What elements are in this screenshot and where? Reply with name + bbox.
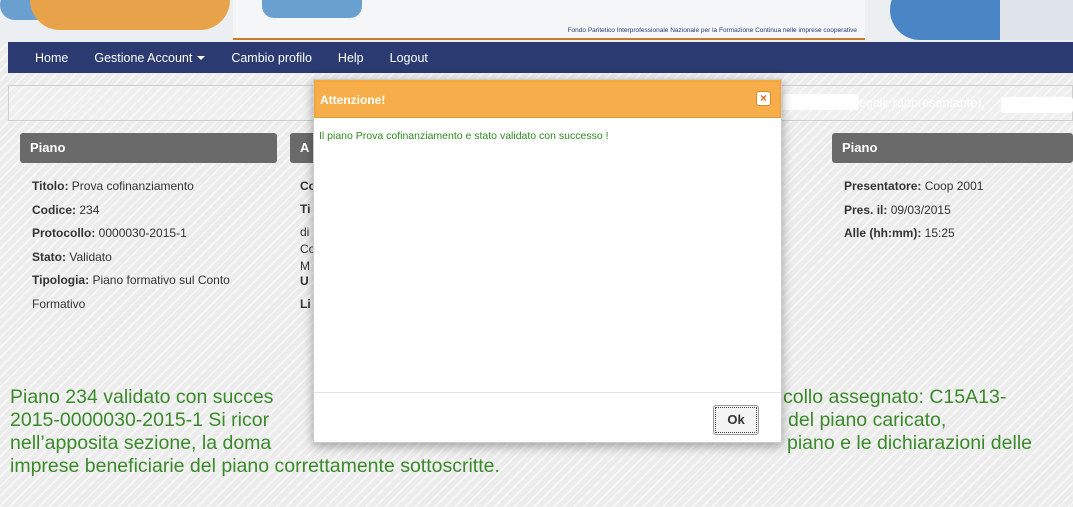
nav-logout[interactable]: Logout: [377, 51, 441, 65]
detail-tipologia-cont: Formativo: [32, 296, 86, 311]
nav-help[interactable]: Help: [325, 51, 377, 65]
protocollo-value: 0000030-2015-1: [98, 226, 187, 240]
panel-header-piano-right: Piano: [832, 133, 1073, 163]
banner-logo: [262, 0, 362, 18]
message-line: imprese beneficiarie del piano correttam…: [10, 455, 500, 477]
main-navbar: Home Gestione Account Cambio profilo Hel…: [8, 42, 1073, 73]
nav-gestione-account-label: Gestione Account: [94, 50, 193, 65]
close-icon[interactable]: ×: [756, 91, 771, 106]
message-line-left: Piano 234 validato con succes: [10, 386, 274, 408]
alle-value: 15:25: [924, 226, 955, 240]
presentatore-label: Presentatore:: [844, 179, 922, 193]
alle-label: Alle (hh:mm):: [844, 226, 922, 240]
caret-down-icon: [197, 56, 206, 61]
panel-presentazione-details: Presentatore: Coop 2001 Pres. il: 09/03/…: [844, 175, 1073, 246]
redacted-field: [1001, 97, 1073, 113]
panel-piano-details: Titolo: Prova cofinanziamento Codice: 23…: [32, 175, 272, 316]
message-line-right: collo assegnato: C15A13-: [783, 386, 1007, 408]
protocollo-label: Protocollo:: [32, 226, 96, 240]
detail-codice: Codice: 234: [32, 199, 272, 223]
panel-header-piano: Piano: [20, 133, 277, 163]
detail-presentatore: Presentatore: Coop 2001: [844, 175, 1073, 199]
stato-label: Stato:: [32, 249, 66, 264]
message-line-right: piano e le dichiarazioni delle: [787, 432, 1032, 454]
tipologia-value: Piano formativo sul Conto: [92, 273, 230, 287]
modal-header: Attenzione! ×: [314, 80, 781, 118]
presentatore-value: Coop 2001: [924, 179, 984, 193]
tipologia-label: Tipologia:: [32, 273, 90, 287]
modal-title: Attenzione!: [320, 93, 386, 107]
detail-stato: Stato: Validato: [32, 246, 272, 270]
nav-home[interactable]: Home: [8, 51, 81, 65]
pres-label: Pres. il:: [844, 202, 888, 217]
codice-label: Codice:: [32, 202, 77, 217]
message-line-left: 2015-0000030-2015-1 Si ricor: [10, 409, 270, 431]
banner-decoration: [1000, 0, 1073, 40]
message-line-left: nell’apposita sezione, la doma: [10, 432, 272, 454]
user-role-text: Legale rappresentante),: [852, 96, 985, 110]
nav-gestione-account[interactable]: Gestione Account: [81, 51, 218, 65]
redacted-field: [783, 94, 859, 110]
titolo-label: Titolo:: [32, 179, 69, 193]
modal-footer: Ok: [314, 392, 781, 442]
detail-pres-il: Pres. il: 09/03/2015: [844, 199, 1073, 223]
detail-protocollo: Protocollo: 0000030-2015-1: [32, 222, 272, 246]
banner-decoration: [30, 0, 230, 30]
alert-modal: Attenzione! × Il piano Prova cofinanziam…: [313, 79, 782, 443]
header-banner: Fondo Paritetico Interprofessionale Nazi…: [0, 0, 1073, 42]
detail-alle: Alle (hh:mm): 15:25: [844, 222, 1073, 246]
detail-titolo: Titolo: Prova cofinanziamento: [32, 175, 272, 199]
stato-value: Validato: [69, 249, 112, 264]
titolo-value: Prova cofinanziamento: [71, 179, 194, 193]
message-line-right: del piano caricato,: [788, 409, 947, 431]
ok-button[interactable]: Ok: [713, 405, 759, 435]
detail-tipologia: Tipologia: Piano formativo sul Conto: [32, 269, 272, 293]
banner-tagline: Fondo Paritetico Interprofessionale Nazi…: [567, 27, 857, 34]
pres-value: 09/03/2015: [890, 202, 951, 217]
nav-cambio-profilo[interactable]: Cambio profilo: [218, 51, 325, 65]
codice-value: 234: [79, 202, 100, 217]
modal-message: Il piano Prova cofinanziamento e stato v…: [319, 130, 609, 142]
